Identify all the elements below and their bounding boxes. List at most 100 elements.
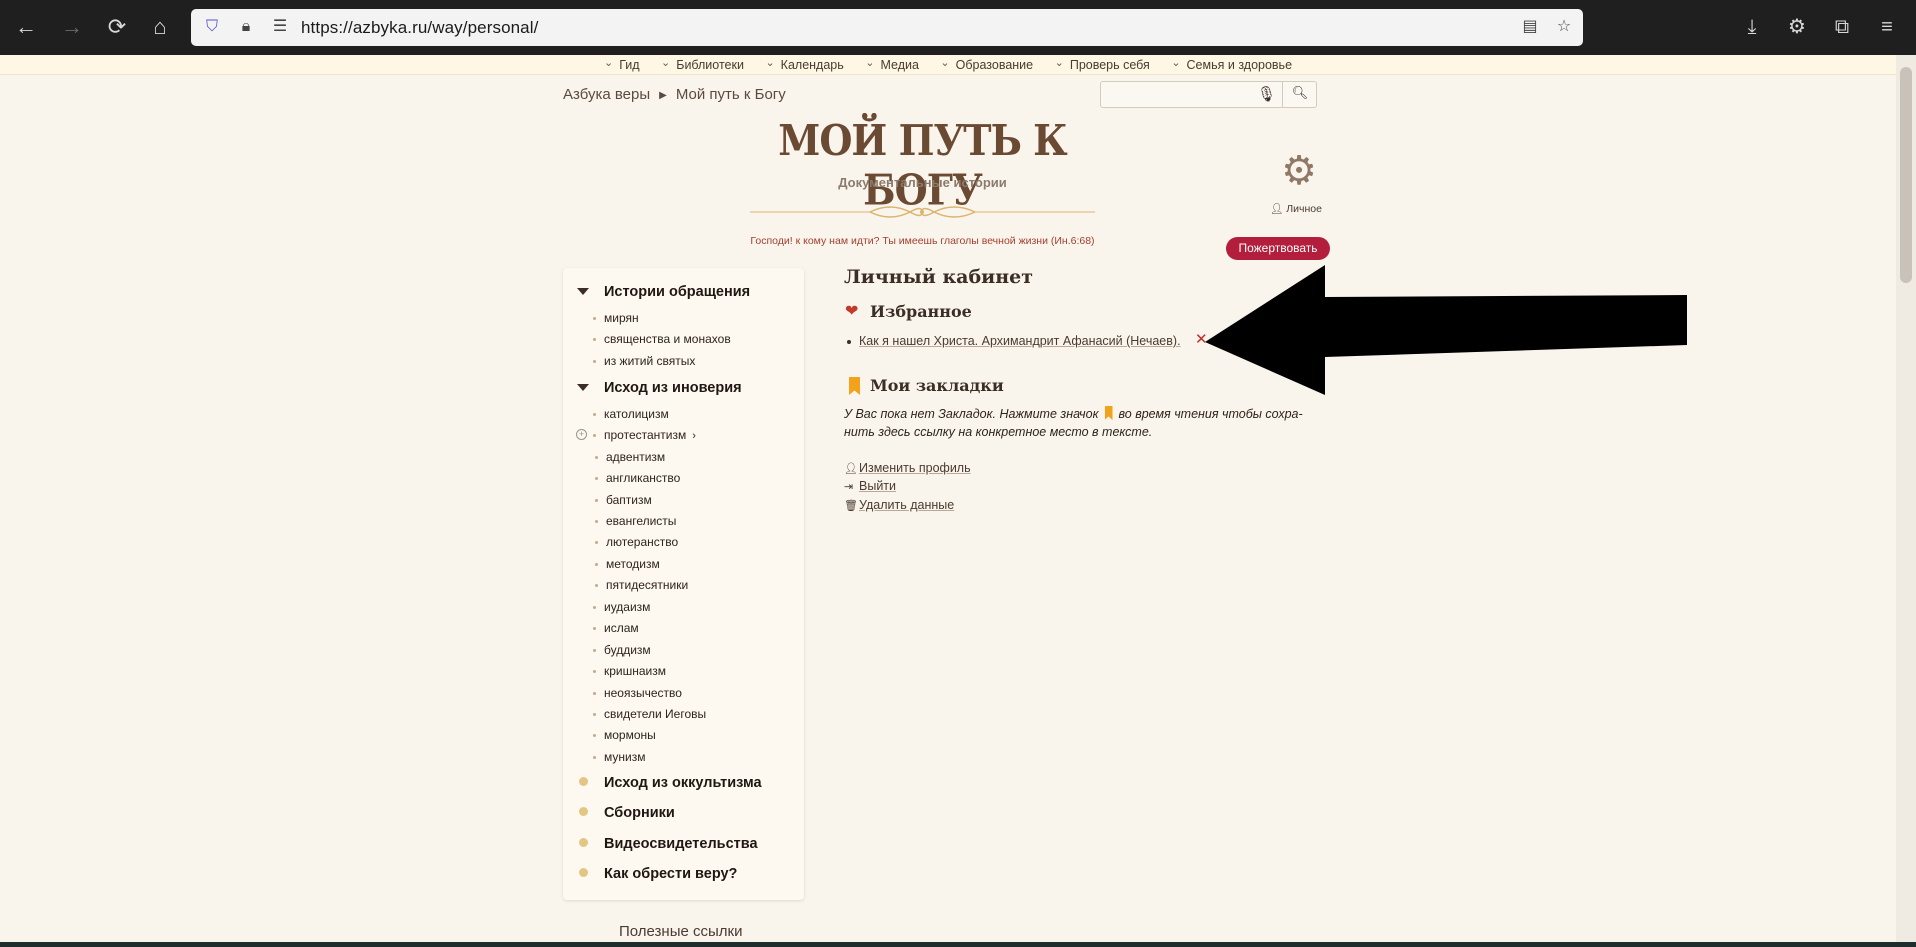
sidebar-section-find-faith[interactable]: Как обрести веру?: [604, 866, 737, 882]
sidebar-item-islam[interactable]: ислам: [593, 621, 639, 635]
vertical-scrollbar[interactable]: [1896, 55, 1916, 942]
microphone-icon[interactable]: 🎙︎: [1257, 85, 1276, 105]
sidebar: Истории обращения мирян священства и мон…: [563, 268, 804, 900]
bookmarks-empty-text: У Вас пока нет Закладок. Нажмите значок в…: [844, 404, 1330, 441]
list-bullet: [847, 340, 851, 344]
personal-label: Личное: [1286, 203, 1322, 215]
donate-button[interactable]: Пожертвовать: [1226, 237, 1330, 260]
sidebar-subitem-evangelists[interactable]: евангелисты: [594, 514, 676, 528]
url-text[interactable]: https://azbyka.ru/way/personal/: [301, 18, 538, 38]
gear-icon[interactable]: ⚙: [1780, 10, 1814, 44]
header-verse: Господи! к кому нам идти? Ты имеешь глаг…: [750, 235, 1095, 247]
user-icon: 👤︎: [1270, 203, 1284, 215]
expand-plus-icon[interactable]: +: [576, 429, 587, 440]
delete-data-link[interactable]: 🗑︎Удалить данные: [844, 498, 954, 512]
bookmark-star-icon[interactable]: ☆: [1553, 16, 1575, 38]
bookmark-icon: [1104, 406, 1113, 420]
bookmarks-title: Мои закладки: [870, 376, 1004, 395]
section-dot-icon: [579, 777, 588, 786]
topnav-test-yourself[interactable]: Проверь себя: [1055, 58, 1150, 72]
bottom-strip: [0, 942, 1916, 947]
lock-icon[interactable]: 🔒︎: [235, 16, 257, 38]
sidebar-section-collections[interactable]: Сборники: [604, 805, 675, 821]
extensions-icon[interactable]: ⧉: [1825, 10, 1859, 44]
topnav-calendar[interactable]: Календарь: [765, 58, 844, 72]
logout-link[interactable]: ⇥ Выйти: [844, 479, 896, 493]
chevron-right-icon: ›: [692, 430, 696, 442]
address-bar[interactable]: ⛉ 🔒︎ ☰ https://azbyka.ru/way/personal/ ▤…: [191, 9, 1583, 46]
sidebar-subitem-methodism[interactable]: методизм: [595, 557, 660, 571]
user-icon: 👤︎: [844, 463, 858, 475]
settings-gear-icon[interactable]: ⚙: [1279, 151, 1319, 191]
personal-link[interactable]: 👤︎ Личное: [1270, 202, 1322, 215]
collapse-triangle-icon[interactable]: [577, 288, 589, 295]
sidebar-item-buddhism[interactable]: буддизм: [593, 643, 651, 657]
topnav-family-health[interactable]: Семья и здоровье: [1171, 58, 1293, 72]
sidebar-item-mormons[interactable]: мормоны: [593, 728, 656, 742]
protestantism-label: протестантизм: [604, 428, 687, 442]
back-arrow-icon[interactable]: ←: [9, 10, 43, 44]
sidebar-item-saints[interactable]: из житий святых: [592, 354, 695, 368]
annotation-arrow-icon: [1205, 265, 1687, 395]
caret-right-icon: ▶: [659, 90, 667, 101]
site-top-nav: Гид Библиотеки Календарь Медиа Образован…: [0, 55, 1896, 75]
ornament-divider: [750, 206, 1095, 218]
sidebar-item-moonism[interactable]: мунизм: [592, 750, 645, 764]
sidebar-subitem-pentecostals[interactable]: пятидесятники: [594, 578, 688, 592]
sidebar-section-heterodoxy[interactable]: Исход из иноверия: [604, 380, 742, 396]
bookmarks-text-before: У Вас пока нет Закладок. Нажмите значок: [844, 407, 1099, 421]
sidebar-item-clergy[interactable]: священства и монахов: [593, 332, 731, 346]
sign-out-icon: ⇥: [844, 481, 854, 493]
scrollbar-thumb[interactable]: [1900, 67, 1912, 283]
sidebar-item-catholicism[interactable]: католицизм: [593, 407, 669, 421]
topnav-libraries[interactable]: Библиотеки: [661, 58, 744, 72]
favorite-link[interactable]: Как я нашел Христа. Архимандрит Афанасий…: [859, 334, 1181, 348]
collapse-triangle-icon[interactable]: [577, 384, 589, 391]
topnav-guide[interactable]: Гид: [604, 58, 639, 72]
site-settings-icon[interactable]: ☰: [269, 16, 291, 38]
delete-data-label: Удалить данные: [859, 498, 955, 512]
section-dot-icon: [579, 807, 588, 816]
downloads-icon[interactable]: ⤓: [1735, 10, 1769, 44]
heart-icon: ❤: [845, 303, 859, 320]
site-subtitle: Документальные истории: [838, 175, 1007, 190]
reader-view-icon[interactable]: ▤: [1519, 16, 1541, 38]
breadcrumb-current[interactable]: Мой путь к Богу: [676, 86, 786, 103]
topnav-media[interactable]: Медиа: [865, 58, 918, 72]
section-dot-icon: [579, 868, 588, 877]
shield-icon[interactable]: ⛉: [201, 16, 223, 38]
sidebar-subitem-adventism[interactable]: адвентизм: [594, 450, 665, 464]
search-input[interactable]: 🎙︎ 🔍︎: [1100, 81, 1317, 108]
edit-profile-link[interactable]: 👤︎Изменить профиль: [844, 461, 971, 475]
topnav-education[interactable]: Образование: [940, 58, 1033, 72]
sidebar-section-occultism[interactable]: Исход из оккультизма: [604, 775, 762, 791]
sidebar-section-conversion[interactable]: Истории обращения: [604, 284, 750, 300]
edit-profile-label: Изменить профиль: [859, 461, 971, 475]
home-icon[interactable]: ⌂: [143, 10, 177, 44]
breadcrumb-root[interactable]: Азбука веры: [563, 86, 650, 103]
bookmark-icon: [849, 377, 860, 395]
sidebar-item-laity[interactable]: мирян: [593, 311, 639, 325]
section-dot-icon: [579, 838, 588, 847]
sidebar-section-video[interactable]: Видеосвидетельства: [604, 836, 758, 852]
favorites-title: Избранное: [870, 302, 972, 321]
useful-links-heading: Полезные ссылки: [619, 923, 743, 940]
browser-toolbar: ← → ⟳ ⌂ ⛉ 🔒︎ ☰ https://azbyka.ru/way/per…: [0, 0, 1916, 55]
sidebar-item-neopaganism[interactable]: неоязычество: [593, 686, 682, 700]
reload-icon[interactable]: ⟳: [100, 10, 134, 44]
search-icon[interactable]: 🔍︎: [1289, 85, 1311, 105]
sidebar-item-protestantism[interactable]: протестантизм ›: [593, 428, 696, 442]
sidebar-subitem-baptism[interactable]: баптизм: [595, 493, 652, 507]
sidebar-item-krishnaism[interactable]: кришнаизм: [592, 664, 666, 678]
page-title: Личный кабинет: [844, 266, 1034, 288]
forward-arrow-icon[interactable]: →: [55, 10, 89, 44]
breadcrumb: Азбука веры ▶ Мой путь к Богу: [563, 86, 786, 103]
menu-icon[interactable]: ≡: [1870, 10, 1904, 44]
logout-label: Выйти: [859, 479, 897, 493]
sidebar-subitem-lutheranism[interactable]: лютеранство: [594, 535, 678, 549]
sidebar-item-jehovah[interactable]: свидетели Иеговы: [592, 707, 706, 721]
sidebar-item-judaism[interactable]: иудаизм: [592, 600, 650, 614]
site-title[interactable]: МОЙ ПУТЬ К БОГУ: [750, 116, 1095, 215]
sidebar-subitem-anglicanism[interactable]: англиканство: [594, 471, 680, 485]
trash-icon: 🗑︎: [844, 500, 858, 512]
